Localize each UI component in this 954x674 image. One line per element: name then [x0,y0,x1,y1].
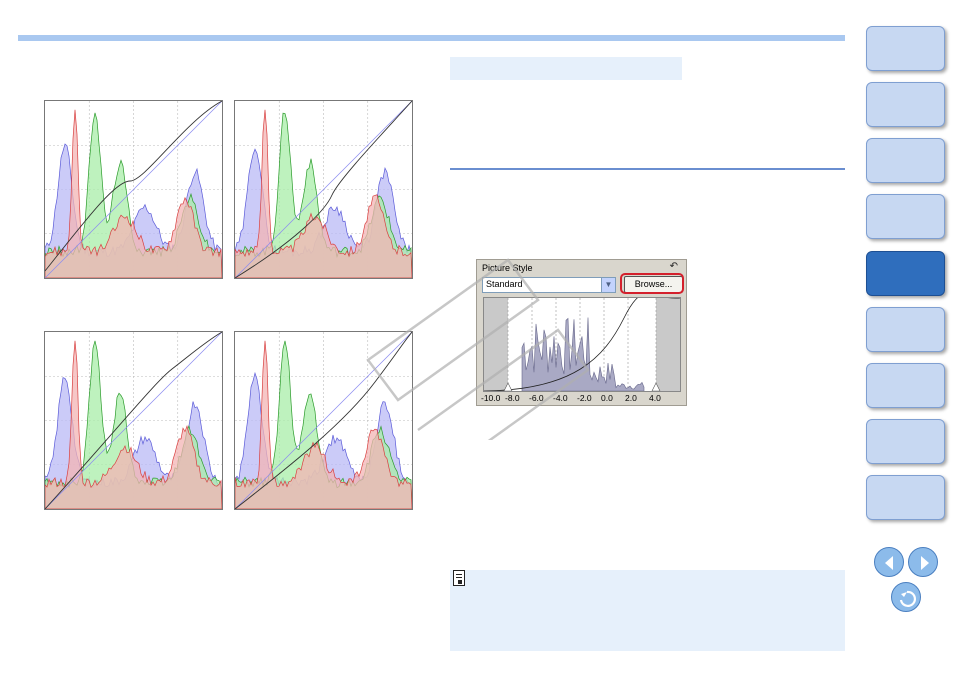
section-divider [450,168,845,170]
histogram-tick-label: -6.0 [529,393,544,403]
note-box [450,570,845,651]
tone-curve-graph-4 [234,331,413,510]
picture-style-panel: Picture Style ↶ Standard ▼ Browse... -10… [476,259,687,406]
nav-tab-2[interactable] [866,82,945,127]
histogram-tick-label: -10.0 [481,393,501,403]
histogram-tick-label: -8.0 [505,393,520,403]
chevron-down-icon[interactable]: ▼ [601,278,615,292]
tone-curve-graph-1 [44,100,223,279]
histogram-tick-label: 2.0 [625,393,637,403]
tone-curve-graph-3 [44,331,223,510]
histogram-tick-label: -2.0 [577,393,592,403]
histogram-tick-label: 4.0 [649,393,661,403]
histogram-tick-label: 0.0 [601,393,613,403]
tone-curve-graph-2 [234,100,413,279]
next-page-icon[interactable] [908,547,938,577]
nav-tab-1[interactable] [866,26,945,71]
nav-tab-8[interactable] [866,419,945,464]
return-icon[interactable] [891,582,921,612]
browse-highlight-ring [620,273,684,294]
picture-style-title: Picture Style [482,263,533,273]
return-arrow-icon[interactable]: ↶ [670,261,678,272]
picture-style-select[interactable]: Standard ▼ [482,277,616,293]
memo-icon [453,570,465,586]
picture-style-histogram [483,297,681,392]
picture-style-select-value: Standard [486,279,523,289]
previous-page-icon[interactable] [874,547,904,577]
nav-tab-6[interactable] [866,307,945,352]
nav-tab-7[interactable] [866,363,945,408]
nav-tab-5[interactable] [866,251,945,296]
nav-tab-9[interactable] [866,475,945,520]
nav-tab-4[interactable] [866,194,945,239]
top-divider [18,35,845,41]
histogram-tick-label: -4.0 [553,393,568,403]
histogram-tick-labels: -10.0 -8.0 -6.0 -4.0 -2.0 0.0 2.0 4.0 [477,393,686,405]
section-heading-band [450,57,682,80]
nav-tab-3[interactable] [866,138,945,183]
